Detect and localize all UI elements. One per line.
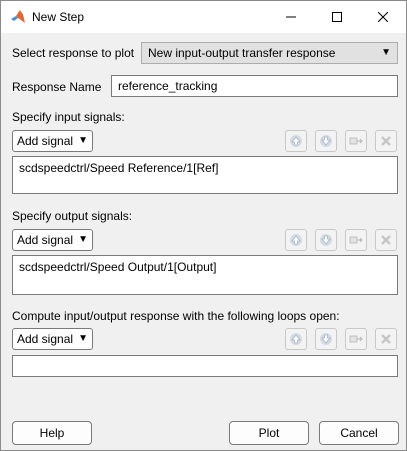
move-down-icon <box>320 333 332 345</box>
add-input-signal-button[interactable]: Add signal ▼ <box>12 130 93 152</box>
input-move-down-button[interactable] <box>315 130 337 152</box>
move-up-icon <box>290 135 302 147</box>
title-bar: New Step <box>1 1 406 33</box>
highlight-signal-icon <box>349 335 363 343</box>
loop-move-down-button[interactable] <box>315 328 337 350</box>
response-name-field[interactable]: reference_tracking <box>111 75 398 97</box>
output-highlight-button[interactable] <box>345 229 367 251</box>
loop-delete-button[interactable] <box>375 328 397 350</box>
close-icon <box>378 12 388 22</box>
minimize-button[interactable] <box>268 1 314 33</box>
dropdown-arrow-icon: ▼ <box>78 135 88 146</box>
dropdown-arrow-icon: ▼ <box>78 234 88 245</box>
response-dropdown[interactable]: New input-output transfer response ▼ <box>141 42 398 64</box>
loop-highlight-button[interactable] <box>345 328 367 350</box>
add-loop-signal-label: Add signal <box>17 332 74 346</box>
window-title: New Step <box>32 10 85 24</box>
loop-move-up-button[interactable] <box>285 328 307 350</box>
move-up-icon <box>290 234 302 246</box>
move-up-icon <box>290 333 302 345</box>
response-label: Select response to plot <box>12 46 135 60</box>
input-delete-button[interactable] <box>375 130 397 152</box>
dropdown-arrow-icon: ▼ <box>381 47 391 58</box>
response-name-value: reference_tracking <box>118 79 218 93</box>
delete-icon <box>381 334 391 344</box>
help-button[interactable]: Help <box>12 421 92 445</box>
output-signals-label: Specify output signals: <box>12 209 133 223</box>
cancel-button[interactable]: Cancel <box>319 421 399 445</box>
response-name-label: Response Name <box>12 80 102 94</box>
new-step-dialog: New Step Select response to plot New inp… <box>0 0 407 451</box>
close-button[interactable] <box>360 1 406 33</box>
add-output-signal-label: Add signal <box>17 233 74 247</box>
output-move-down-button[interactable] <box>315 229 337 251</box>
add-output-signal-button[interactable]: Add signal ▼ <box>12 229 93 251</box>
list-item[interactable]: scdspeedctrl/Speed Reference/1[Ref] <box>19 161 391 175</box>
dropdown-arrow-icon: ▼ <box>78 333 88 344</box>
loops-open-list[interactable] <box>12 355 398 377</box>
delete-icon <box>381 136 391 146</box>
list-item[interactable]: scdspeedctrl/Speed Output/1[Output] <box>19 260 391 274</box>
highlight-signal-icon <box>349 236 363 244</box>
output-delete-button[interactable] <box>375 229 397 251</box>
maximize-button[interactable] <box>314 1 360 33</box>
plot-button[interactable]: Plot <box>229 421 309 445</box>
matlab-logo-icon <box>11 10 25 23</box>
move-down-icon <box>320 234 332 246</box>
output-move-up-button[interactable] <box>285 229 307 251</box>
minimize-icon <box>286 16 296 18</box>
output-signals-list[interactable]: scdspeedctrl/Speed Output/1[Output] <box>12 255 398 295</box>
add-loop-signal-button[interactable]: Add signal ▼ <box>12 328 93 350</box>
input-highlight-button[interactable] <box>345 130 367 152</box>
highlight-signal-icon <box>349 137 363 145</box>
input-signals-label: Specify input signals: <box>12 110 125 124</box>
loops-open-label: Compute input/output response with the f… <box>12 309 340 323</box>
input-signals-list[interactable]: scdspeedctrl/Speed Reference/1[Ref] <box>12 156 398 194</box>
input-move-up-button[interactable] <box>285 130 307 152</box>
delete-icon <box>381 235 391 245</box>
response-selected-value: New input-output transfer response <box>148 46 336 60</box>
add-input-signal-label: Add signal <box>17 134 74 148</box>
move-down-icon <box>320 135 332 147</box>
maximize-icon <box>332 12 342 22</box>
